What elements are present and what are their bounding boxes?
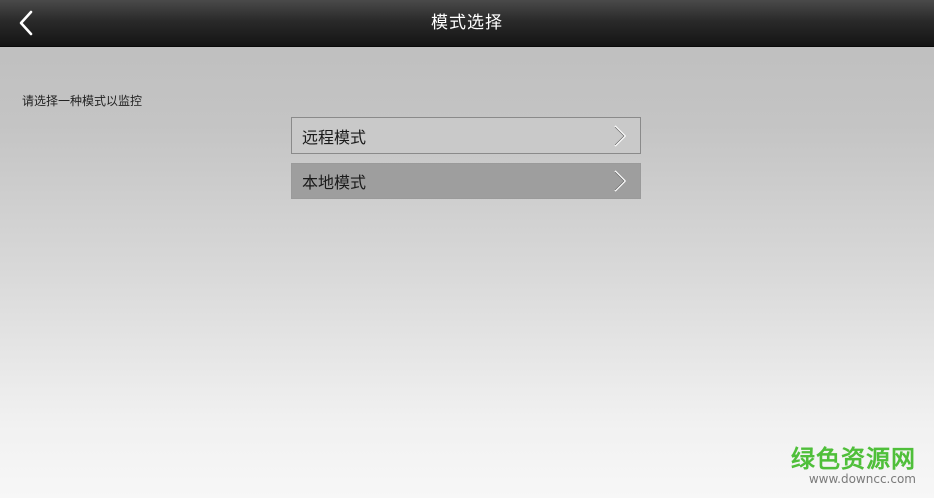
mode-list: 远程模式 本地模式 bbox=[291, 117, 641, 199]
watermark-name: 绿色资源网 bbox=[791, 445, 916, 473]
page-title: 模式选择 bbox=[431, 13, 503, 33]
chevron-right-icon bbox=[614, 170, 626, 192]
remote-mode-button[interactable]: 远程模式 bbox=[291, 117, 641, 154]
mode-prompt-text: 请选择一种模式以监控 bbox=[22, 94, 143, 108]
remote-mode-label: 远程模式 bbox=[302, 127, 367, 147]
chevron-right-icon bbox=[614, 124, 626, 147]
watermark-url: www.downcc.com bbox=[808, 472, 916, 486]
local-mode-button[interactable]: 本地模式 bbox=[291, 163, 641, 199]
title-bar: 模式选择 bbox=[0, 0, 934, 47]
local-mode-label: 本地模式 bbox=[302, 173, 367, 192]
watermark: 绿色资源网 www.downcc.com bbox=[791, 446, 916, 486]
